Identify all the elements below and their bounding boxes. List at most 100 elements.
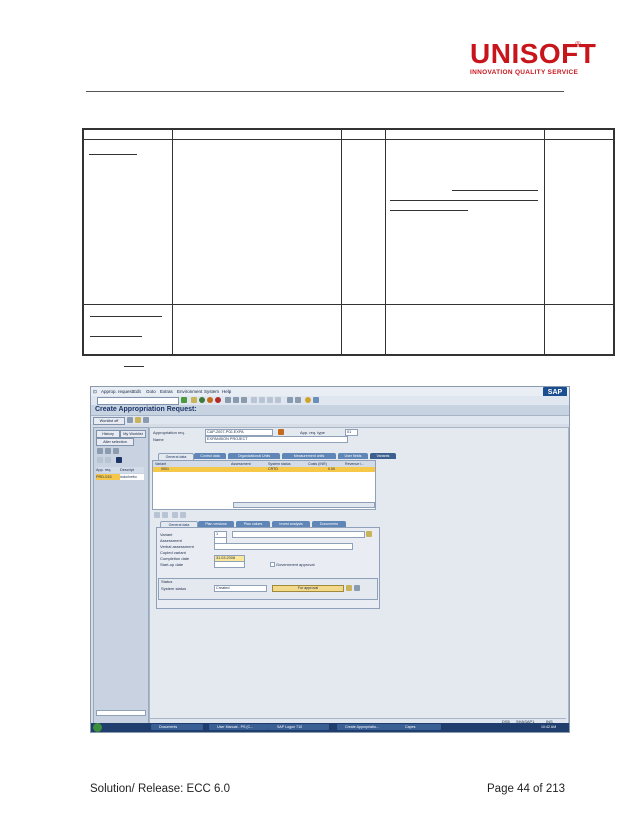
start-button-icon[interactable] <box>93 723 102 732</box>
menu-extras[interactable]: Extras <box>160 389 173 394</box>
footer-release: Solution/ Release: ECC 6.0 <box>90 783 230 795</box>
layout-icon[interactable] <box>313 397 319 403</box>
document-table <box>82 128 615 356</box>
sap-main-area: Appropriation req. CAP-2007-P02-EXPA App… <box>149 427 569 729</box>
nav-list-item[interactable]: PRD-015 indo/hetto <box>96 474 144 480</box>
nav-info-icon[interactable] <box>116 457 122 463</box>
gov-approval-checkbox[interactable] <box>270 562 275 567</box>
table-col-divider <box>172 130 173 354</box>
back-icon[interactable] <box>199 397 205 403</box>
startup-date-field[interactable] <box>214 561 245 568</box>
alter-selection-button[interactable]: Alter selection <box>96 438 134 446</box>
name-field[interactable]: EXPANSION PROJECT <box>205 436 348 443</box>
menu-system[interactable]: System <box>204 389 219 394</box>
sap-screenshot: ⊡ Approp. request Edit Goto Extras Envir… <box>90 386 570 733</box>
save-icon[interactable] <box>191 397 197 403</box>
tab-general-data[interactable]: General data <box>158 453 194 460</box>
menu-icon[interactable]: ⊡ <box>93 389 97 395</box>
table-row[interactable]: 0001 CRTD 0.00 <box>153 467 375 472</box>
menu-environment[interactable]: Environment <box>177 389 202 394</box>
nav-scrollbar[interactable] <box>96 710 146 716</box>
new-session-icon[interactable] <box>287 397 293 403</box>
taskbar-clock: 10:42 AM <box>541 725 557 729</box>
variants-grid: Variant Assessment System status Costs (… <box>152 460 376 510</box>
app-req-type-label: App. req. type <box>300 430 325 435</box>
grid-copy-icon[interactable] <box>172 512 178 518</box>
menu-goto[interactable]: Goto <box>146 389 156 394</box>
approp-req-label: Appropriation req. <box>153 430 185 435</box>
first-page-icon[interactable] <box>251 397 257 403</box>
last-page-icon[interactable] <box>275 397 281 403</box>
sap-left-navigation: History My Worklist Alter selection App.… <box>93 427 149 729</box>
approp-edit-icon[interactable] <box>278 429 284 435</box>
table-col-divider <box>385 130 386 354</box>
nav-collapse-icon[interactable] <box>105 457 111 463</box>
find-next-icon[interactable] <box>241 397 247 403</box>
sort-icon[interactable] <box>105 448 111 454</box>
glasses-icon[interactable] <box>143 417 149 423</box>
prev-page-icon[interactable] <box>259 397 265 403</box>
taskbar-documents[interactable]: Documents <box>151 724 203 730</box>
nav-expand-icon[interactable] <box>97 457 103 463</box>
variant-label: Variant <box>160 532 173 537</box>
help-icon[interactable] <box>305 397 311 403</box>
gov-approval-label: Government approval <box>276 562 315 567</box>
worklist-button[interactable]: My Worklist <box>120 430 146 438</box>
menu-edit[interactable]: Edit <box>133 389 141 394</box>
system-status-field: Created <box>214 585 267 592</box>
assessment-label: Assessment <box>160 538 182 543</box>
system-status-label: System status <box>161 586 187 591</box>
print-icon[interactable] <box>225 397 231 403</box>
variant-edit-icon[interactable] <box>366 531 372 537</box>
command-field[interactable] <box>97 397 179 405</box>
verbal-assessment-label: Verbal assessment <box>160 544 194 549</box>
shortcut-icon[interactable] <box>295 397 301 403</box>
status-detail-icon[interactable] <box>346 585 352 591</box>
taskbar-user-manual[interactable]: User Manual - PS (C... <box>209 724 269 730</box>
cell-underline <box>89 154 137 155</box>
tab-variants[interactable]: Variants <box>370 453 396 459</box>
edit-icon[interactable] <box>135 417 141 423</box>
history-button[interactable]: History <box>96 430 120 438</box>
menu-approp-request[interactable]: Approp. request <box>101 389 133 394</box>
cell-underline <box>90 316 162 317</box>
find-icon[interactable] <box>233 397 239 403</box>
next-page-icon[interactable] <box>267 397 273 403</box>
worklist-off-button[interactable]: Worklist off <box>93 417 125 425</box>
copied-variant-label: Copied variant <box>160 550 186 555</box>
tab-user-fields[interactable]: User fields <box>338 453 368 459</box>
registered-mark: ® <box>575 40 581 49</box>
app-req-type-field[interactable]: 01 <box>345 429 358 436</box>
for-approval-button[interactable]: For approval <box>272 585 344 592</box>
grid-delete-icon[interactable] <box>162 512 168 518</box>
windows-taskbar: Documents User Manual - PS (C... SAP Log… <box>91 723 569 732</box>
tab-control-data[interactable]: Control data <box>194 453 226 459</box>
approp-req-field[interactable]: CAP-2007-P02-EXPA <box>205 429 273 436</box>
grid-col-costs: Costs (INR) <box>308 461 327 466</box>
grid-scrollbar[interactable] <box>233 502 375 508</box>
menu-help[interactable]: Help <box>222 389 231 394</box>
verbal-assessment-field[interactable] <box>214 543 353 550</box>
enter-icon[interactable] <box>181 397 187 403</box>
status-section <box>158 578 378 600</box>
taskbar-capes[interactable]: Capes <box>397 724 441 730</box>
cancel-icon[interactable] <box>215 397 221 403</box>
nav-find-icon[interactable] <box>113 448 119 454</box>
screen-title: Create Appropriation Request: <box>95 406 197 413</box>
cell-underline <box>390 210 468 211</box>
row-costs: 0.00 <box>328 467 335 471</box>
startup-date-label: Start-up date <box>160 562 184 567</box>
row-variant: 0001 <box>161 467 169 471</box>
grid-create-icon[interactable] <box>154 512 160 518</box>
status-change-icon[interactable] <box>354 585 360 591</box>
taskbar-sap-logon[interactable]: SAP Logon 710 <box>269 724 329 730</box>
taskbar-create-appropriation[interactable]: Create Appropriatio... <box>337 724 401 730</box>
grid-detail-icon[interactable] <box>180 512 186 518</box>
tab-org-units[interactable]: Organizational Units <box>228 453 280 459</box>
variant-desc-field[interactable] <box>232 531 365 538</box>
exit-icon[interactable] <box>207 397 213 403</box>
tab-measurement-units[interactable]: Measurement units <box>282 453 336 459</box>
nav-col-descript: Descript <box>120 468 134 472</box>
filter-icon[interactable] <box>97 448 103 454</box>
display-change-icon[interactable] <box>127 417 133 423</box>
